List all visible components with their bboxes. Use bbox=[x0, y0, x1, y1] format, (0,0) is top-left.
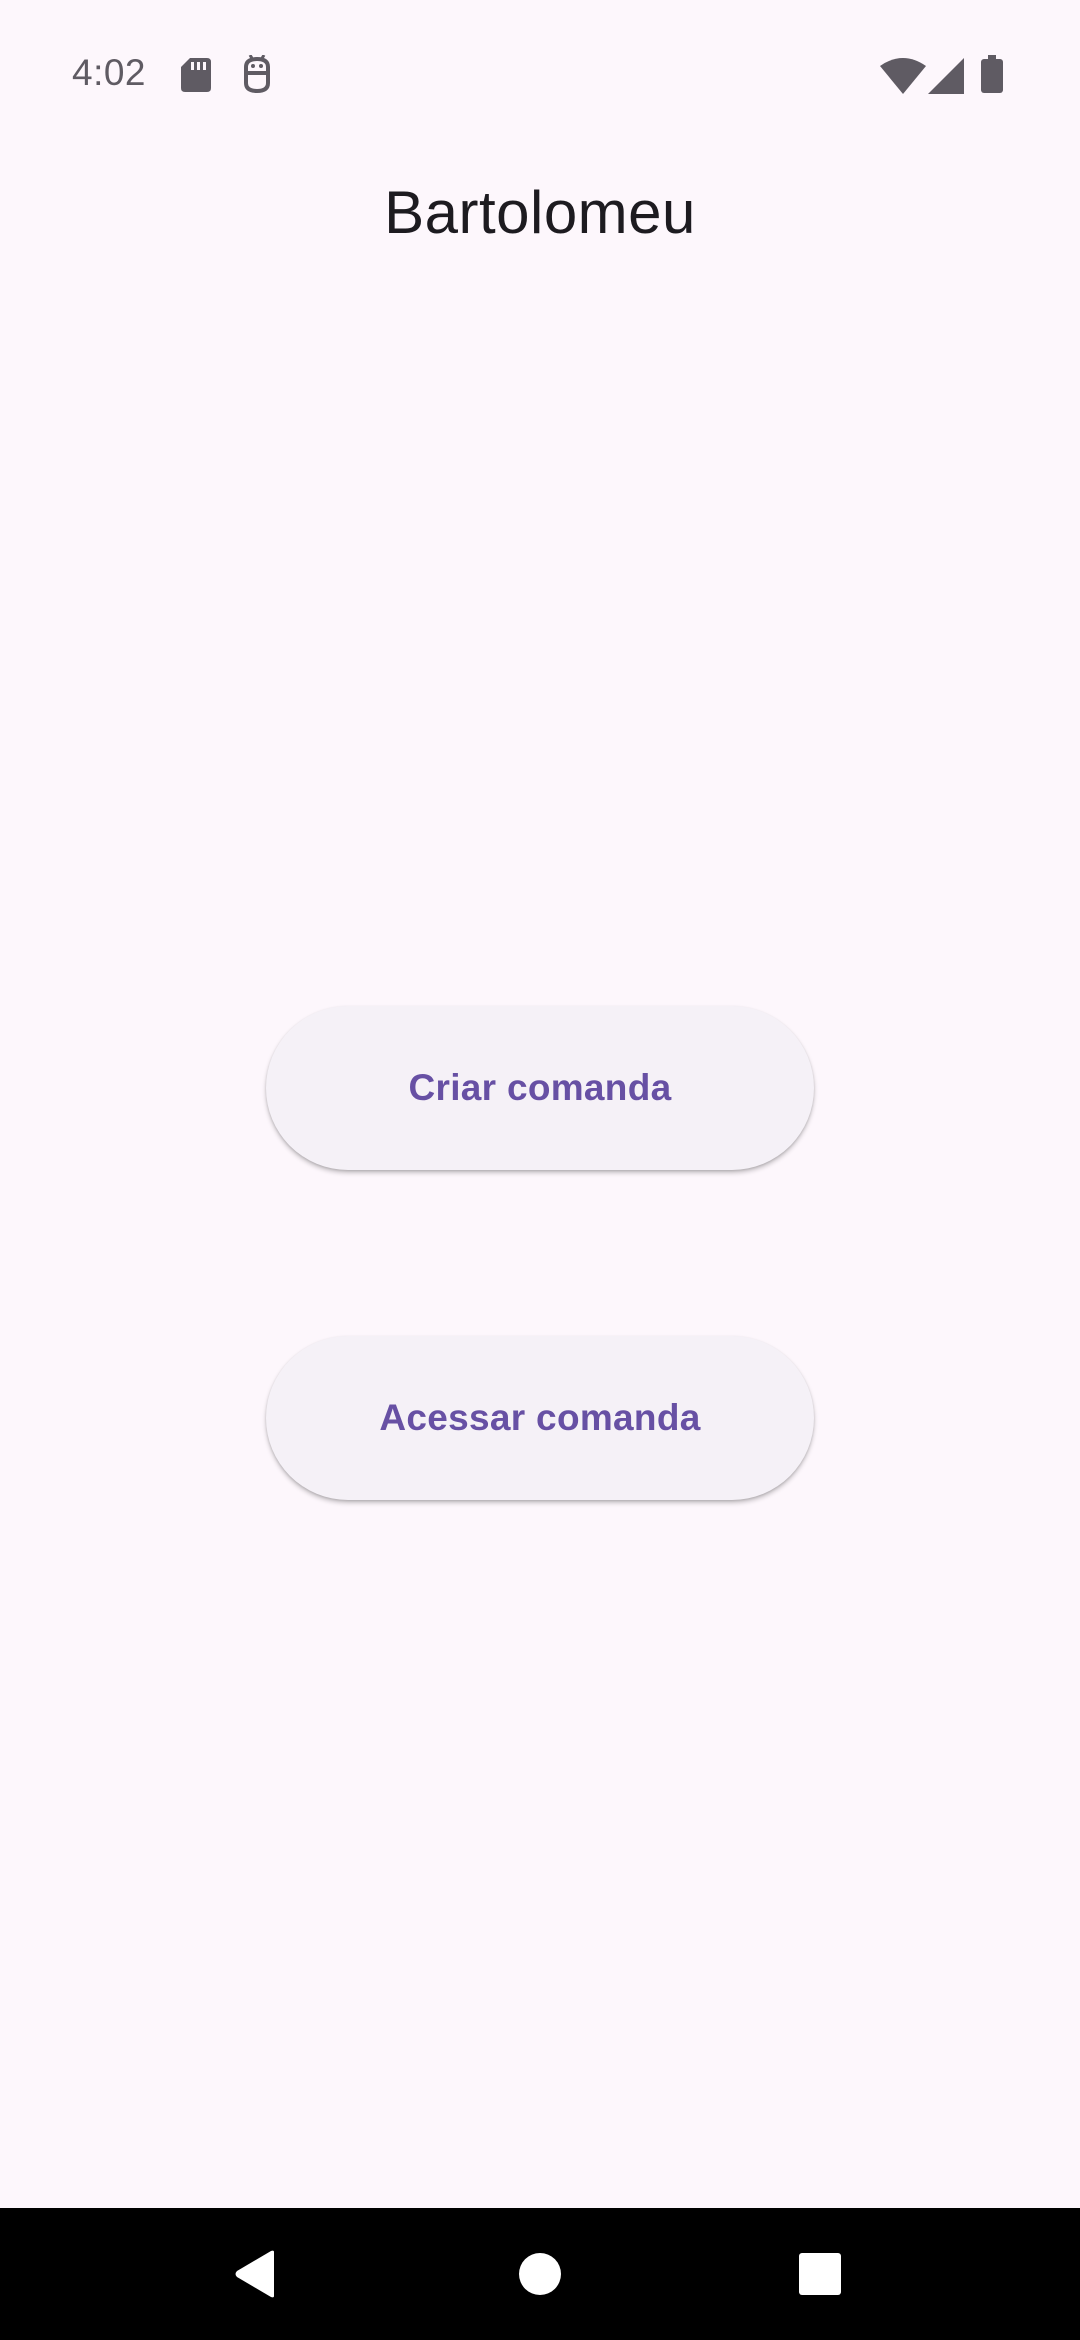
recents-icon bbox=[799, 2253, 841, 2295]
navigation-bar bbox=[0, 2208, 1080, 2340]
nav-back-button[interactable] bbox=[196, 2208, 316, 2340]
nav-recents-button[interactable] bbox=[760, 2208, 880, 2340]
cell-signal-icon bbox=[928, 58, 964, 94]
nav-home-button[interactable] bbox=[480, 2208, 600, 2340]
create-order-button[interactable]: Criar comanda bbox=[266, 1006, 814, 1170]
create-order-label: Criar comanda bbox=[408, 1067, 672, 1108]
back-icon bbox=[235, 2250, 274, 2298]
sd-card-icon bbox=[181, 58, 211, 92]
screen: 4:02 Bartolomeu Criar comanda Acessar co… bbox=[0, 0, 1080, 2340]
status-time: 4:02 bbox=[72, 52, 147, 93]
wifi-icon bbox=[880, 58, 926, 94]
access-order-button[interactable]: Acessar comanda bbox=[266, 1336, 814, 1500]
android-bot-icon bbox=[244, 55, 270, 93]
home-icon bbox=[519, 2253, 561, 2295]
page-title: Bartolomeu bbox=[384, 179, 696, 246]
status-bar: 4:02 bbox=[0, 0, 1080, 150]
battery-icon bbox=[981, 55, 1003, 93]
access-order-label: Acessar comanda bbox=[379, 1397, 701, 1438]
